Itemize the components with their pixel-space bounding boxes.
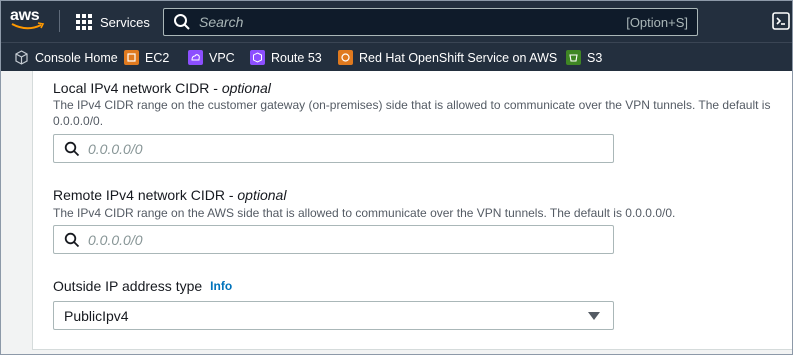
local-cidr-field[interactable] xyxy=(53,134,614,163)
services-menu-button[interactable]: Services xyxy=(76,12,150,32)
outside-ip-selected-value: PublicIpv4 xyxy=(64,307,129,324)
search-shortcut: [Option+S] xyxy=(626,14,688,30)
local-cidr-label-text: Local IPv4 network CIDR - xyxy=(53,80,222,96)
route53-icon xyxy=(250,50,265,65)
remote-cidr-optional: optional xyxy=(237,187,287,203)
grid-icon xyxy=(76,14,92,30)
favorite-label: Route 53 xyxy=(271,50,322,65)
favorite-label: S3 xyxy=(587,50,603,65)
info-link[interactable]: Info xyxy=(210,279,232,293)
favorite-label: Console Home xyxy=(35,50,118,65)
outside-ip-label: Outside IP address type Info xyxy=(53,278,232,294)
favorite-route-53[interactable]: Route 53 xyxy=(250,49,322,66)
aws-logo[interactable]: aws xyxy=(10,7,46,35)
favorites-bar: Console Home EC2 VPC Route 53 Red Hat Op… xyxy=(0,42,793,71)
favorite-vpc[interactable]: VPC xyxy=(188,49,235,66)
favorite-s3[interactable]: S3 xyxy=(566,49,602,66)
local-cidr-label: Local IPv4 network CIDR - optional xyxy=(53,80,271,96)
remote-cidr-field[interactable] xyxy=(53,225,614,254)
search-bar[interactable]: [Option+S] xyxy=(163,8,698,36)
aws-smile-icon xyxy=(11,22,45,30)
local-cidr-input[interactable] xyxy=(88,140,613,157)
favorite-console-home[interactable]: Console Home xyxy=(14,49,118,66)
ec2-icon xyxy=(124,50,139,65)
favorite-openshift[interactable]: Red Hat OpenShift Service on AWS xyxy=(338,49,557,66)
search-input[interactable] xyxy=(199,14,627,30)
remote-cidr-label-text: Remote IPv4 network CIDR - xyxy=(53,187,238,203)
cube-icon xyxy=(15,50,28,65)
search-icon xyxy=(174,14,190,30)
vpc-icon xyxy=(188,50,203,65)
local-cidr-optional: optional xyxy=(221,80,271,96)
cloudshell-icon[interactable] xyxy=(772,12,790,30)
favorite-label: EC2 xyxy=(145,50,170,65)
search-icon xyxy=(64,141,80,156)
outside-ip-label-text: Outside IP address type xyxy=(53,278,203,294)
favorite-label: VPC xyxy=(209,50,235,65)
remote-cidr-description: The IPv4 CIDR range on the AWS side that… xyxy=(53,206,676,220)
favorite-label: Red Hat OpenShift Service on AWS xyxy=(359,50,558,65)
local-cidr-description: The IPv4 CIDR range on the customer gate… xyxy=(53,98,771,128)
openshift-icon xyxy=(338,50,353,65)
caret-down-icon xyxy=(588,311,600,320)
remote-cidr-label: Remote IPv4 network CIDR - optional xyxy=(53,187,286,203)
remote-cidr-input[interactable] xyxy=(88,231,613,248)
search-icon xyxy=(64,232,80,247)
outside-ip-select[interactable]: PublicIpv4 xyxy=(53,301,614,330)
nav-divider xyxy=(59,10,60,32)
top-navigation: aws Services [Option+S] xyxy=(0,0,793,42)
s3-icon xyxy=(566,50,581,65)
services-label: Services xyxy=(100,14,150,30)
favorite-ec2[interactable]: EC2 xyxy=(124,49,169,66)
